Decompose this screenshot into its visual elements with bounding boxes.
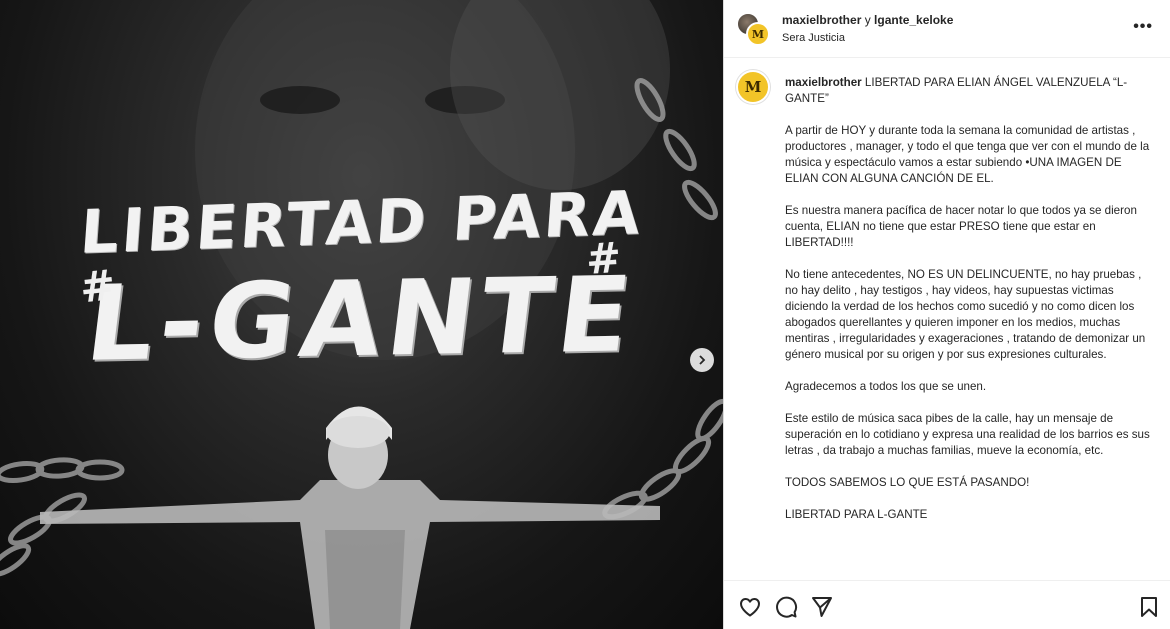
caption-paragraph: Es nuestra manera pacífica de hacer nota… [785,204,1137,249]
post-caption: maxielbrother LIBERTAD PARA ELIAN ÁNGEL … [785,75,1151,539]
hash-mark-right: # [584,232,619,285]
caption-paragraph: Este estilo de música saca pibes de la c… [785,412,1150,457]
author-link-maxielbrother[interactable]: maxielbrother [782,13,861,27]
like-button[interactable] [738,595,762,619]
post-authors: maxielbrother y lgante_keloke [782,13,953,27]
author-link-lgante[interactable]: lgante_keloke [874,13,953,27]
caption-avatar[interactable]: M [736,70,770,104]
post-image[interactable]: LIBERTAD PARA L-GANTE # # [0,0,723,629]
post-subtitle[interactable]: Sera Justicia [782,32,845,44]
avatar-maxielbrother[interactable]: M [746,22,770,46]
post-actions-bar [724,580,1170,629]
heart-icon [740,598,760,617]
caption-paragraph: LIBERTAD PARA L-GANTE [785,508,928,521]
caption-username[interactable]: maxielbrother [785,76,862,89]
chevron-right-icon [699,355,706,365]
caption-paragraph: Agradecemos a todos los que se unen. [785,380,987,393]
caption-first-line: maxielbrother LIBERTAD PARA ELIAN ÁNGEL … [785,75,1151,107]
post-side-panel: M maxielbrother y lgante_keloke Sera Jus… [723,0,1170,629]
hash-mark-left: # [77,260,114,313]
comment-button[interactable] [774,595,798,619]
caption-scroll-area[interactable]: M maxielbrother LIBERTAD PARA ELIAN ÁNGE… [724,58,1170,580]
bookmark-icon [1141,597,1157,617]
caption-paragraph: TODOS SABEMOS LO QUE ESTÁ PASANDO! [785,476,1030,489]
save-button[interactable] [1137,595,1161,619]
collab-avatars[interactable]: M [736,12,772,48]
post-header: M maxielbrother y lgante_keloke Sera Jus… [724,0,1170,58]
share-button[interactable] [810,595,834,619]
send-icon [812,597,832,617]
authors-conjunction: y [861,13,875,27]
comment-icon [776,596,798,618]
more-options-button[interactable]: ••• [1133,18,1153,36]
carousel-next-button[interactable] [690,348,714,372]
caption-paragraph: A partir de HOY y durante toda la semana… [785,124,1150,185]
caption-paragraph: No tiene antecedentes, NO ES UN DELINCUE… [785,268,1146,361]
